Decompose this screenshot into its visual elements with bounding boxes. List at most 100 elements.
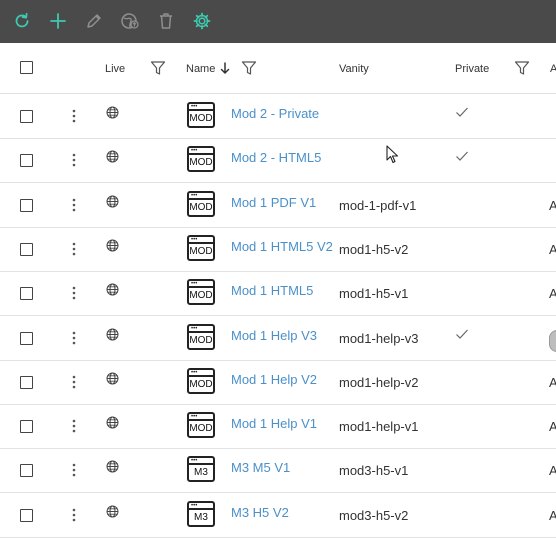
vanity-url-text: mod1-help-v3 xyxy=(339,331,419,346)
table-row[interactable]: ••• MOD Mod 1 Help V1 mod1-help-v1 A xyxy=(0,404,556,449)
row-menu-icon[interactable] xyxy=(72,108,76,124)
publish-globe-icon[interactable] xyxy=(120,11,140,31)
module-name-link[interactable]: M3 M5 V1 xyxy=(231,460,290,475)
module-name-link[interactable]: Mod 1 Help V1 xyxy=(231,416,317,431)
thumbnail-titlebar xyxy=(189,242,213,244)
thumbnail-label: MOD xyxy=(189,113,213,124)
row-menu-icon[interactable] xyxy=(72,418,76,434)
settings-gear-icon[interactable] xyxy=(192,11,212,31)
module-name-link[interactable]: Mod 1 HTML5 V2 xyxy=(231,239,333,254)
table-row[interactable]: ••• M3 M3 M5 V1 mod3-h5-v1 A xyxy=(0,448,556,493)
thumbnail-label: M3 xyxy=(194,512,208,523)
thumbnail-label: MOD xyxy=(189,246,213,257)
module-thumbnail-icon[interactable]: ••• MOD xyxy=(187,412,215,438)
truncated-column-text: A xyxy=(549,463,556,478)
vanity-url-text: mod1-h5-v1 xyxy=(339,286,409,301)
table-row[interactable]: ••• MOD Mod 2 - HTML5 xyxy=(0,138,556,183)
table-row[interactable]: ••• M3 M3 H5 V2 mod3-h5-v2 A xyxy=(0,493,556,538)
module-name-link[interactable]: Mod 2 - HTML5 xyxy=(231,150,321,165)
live-globe-icon xyxy=(106,150,119,163)
avatar[interactable] xyxy=(549,330,556,352)
thumbnail-titlebar xyxy=(189,286,213,288)
module-thumbnail-icon[interactable]: ••• MOD xyxy=(187,146,215,172)
thumbnail-titlebar xyxy=(189,331,213,333)
live-globe-icon xyxy=(106,239,119,252)
row-checkbox[interactable] xyxy=(20,199,33,212)
column-header-private[interactable]: Private xyxy=(455,63,489,75)
name-filter-icon[interactable] xyxy=(241,60,257,76)
row-menu-icon[interactable] xyxy=(72,241,76,257)
table-row[interactable]: ••• MOD Mod 2 - Private xyxy=(0,94,556,139)
module-thumbnail-icon[interactable]: ••• MOD xyxy=(187,191,215,217)
module-thumbnail-icon[interactable]: ••• MOD xyxy=(187,279,215,305)
private-filter-icon[interactable] xyxy=(514,60,530,76)
thumbnail-label: M3 xyxy=(194,467,208,478)
thumbnail-titlebar xyxy=(189,375,213,377)
row-checkbox[interactable] xyxy=(20,376,33,389)
row-checkbox[interactable] xyxy=(20,509,33,522)
table-row[interactable]: ••• MOD Mod 1 PDF V1 mod-1-pdf-v1 A xyxy=(0,183,556,228)
vanity-url-text: mod-1-pdf-v1 xyxy=(339,198,417,213)
thumbnail-label: MOD xyxy=(189,379,213,390)
vanity-url-text: mod1-h5-v2 xyxy=(339,242,409,257)
row-checkbox[interactable] xyxy=(20,464,33,477)
row-menu-icon[interactable] xyxy=(72,507,76,523)
module-name-link[interactable]: M3 H5 V2 xyxy=(231,505,289,520)
thumbnail-titlebar xyxy=(189,508,213,510)
row-menu-icon[interactable] xyxy=(72,285,76,301)
live-globe-icon xyxy=(106,283,119,296)
table-row[interactable]: ••• MOD Mod 1 HTML5 mod1-h5-v1 A xyxy=(0,271,556,316)
module-name-link[interactable]: Mod 1 PDF V1 xyxy=(231,195,316,210)
thumbnail-titlebar xyxy=(189,419,213,421)
private-check-icon xyxy=(455,106,469,118)
toolbar xyxy=(0,0,556,43)
thumbnail-label: MOD xyxy=(189,202,213,213)
select-all-checkbox[interactable] xyxy=(20,61,33,74)
private-check-icon xyxy=(455,150,469,162)
sort-descending-icon[interactable] xyxy=(219,60,231,76)
module-name-link[interactable]: Mod 2 - Private xyxy=(231,106,319,121)
row-menu-icon[interactable] xyxy=(72,374,76,390)
module-thumbnail-icon[interactable]: ••• M3 xyxy=(187,456,215,482)
vanity-url-text: mod1-help-v1 xyxy=(339,419,419,434)
truncated-column-text: A xyxy=(549,198,556,213)
row-menu-icon[interactable] xyxy=(72,330,76,346)
private-check-icon xyxy=(455,328,469,340)
row-checkbox[interactable] xyxy=(20,110,33,123)
refresh-icon[interactable] xyxy=(12,11,32,31)
thumbnail-label: MOD xyxy=(189,423,213,434)
table-header: Live Name Vanity Private A xyxy=(0,43,556,94)
module-thumbnail-icon[interactable]: ••• MOD xyxy=(187,235,215,261)
column-header-truncated[interactable]: A xyxy=(550,63,556,75)
delete-icon[interactable] xyxy=(156,11,176,31)
row-checkbox[interactable] xyxy=(20,420,33,433)
thumbnail-titlebar xyxy=(189,109,213,111)
row-checkbox[interactable] xyxy=(20,332,33,345)
row-checkbox[interactable] xyxy=(20,287,33,300)
module-name-link[interactable]: Mod 1 HTML5 xyxy=(231,283,313,298)
row-menu-icon[interactable] xyxy=(72,462,76,478)
live-globe-icon xyxy=(106,505,119,518)
live-filter-icon[interactable] xyxy=(150,60,166,76)
module-thumbnail-icon[interactable]: ••• MOD xyxy=(187,368,215,394)
row-checkbox[interactable] xyxy=(20,243,33,256)
row-checkbox[interactable] xyxy=(20,154,33,167)
edit-icon[interactable] xyxy=(84,11,104,31)
module-thumbnail-icon[interactable]: ••• MOD xyxy=(187,102,215,128)
module-name-link[interactable]: Mod 1 Help V2 xyxy=(231,372,317,387)
table-row[interactable]: ••• MOD Mod 1 Help V3 mod1-help-v3 xyxy=(0,316,556,361)
add-icon[interactable] xyxy=(48,11,68,31)
module-thumbnail-icon[interactable]: ••• M3 xyxy=(187,501,215,527)
truncated-column-text: A xyxy=(549,508,556,523)
module-thumbnail-icon[interactable]: ••• MOD xyxy=(187,324,215,350)
table-row[interactable]: ••• MOD Mod 1 Help V2 mod1-help-v2 A xyxy=(0,360,556,405)
thumbnail-label: MOD xyxy=(189,335,213,346)
table-row[interactable]: ••• MOD Mod 1 HTML5 V2 mod1-h5-v2 A xyxy=(0,227,556,272)
module-name-link[interactable]: Mod 1 Help V3 xyxy=(231,328,317,343)
row-menu-icon[interactable] xyxy=(72,197,76,213)
row-menu-icon[interactable] xyxy=(72,152,76,168)
column-header-name[interactable]: Name xyxy=(186,63,215,75)
column-header-vanity[interactable]: Vanity xyxy=(339,63,369,75)
thumbnail-titlebar xyxy=(189,153,213,155)
column-header-live[interactable]: Live xyxy=(105,63,125,75)
